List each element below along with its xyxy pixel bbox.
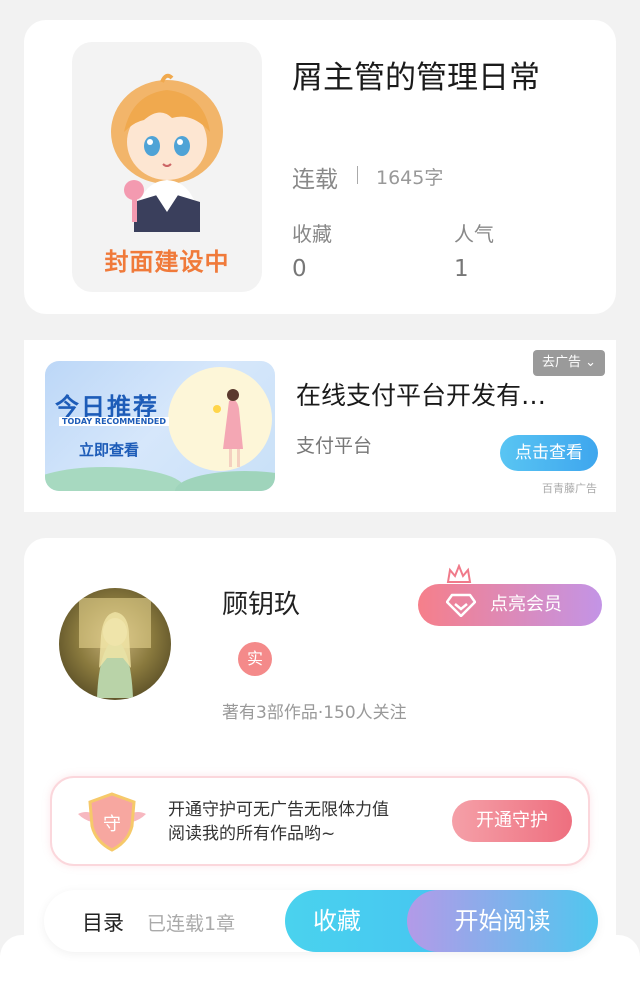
remove-ad-button[interactable]: 去广告 ⌄ xyxy=(533,350,605,376)
table-of-contents-button[interactable]: 目录 xyxy=(82,907,124,937)
ad-title[interactable]: 在线支付平台开发有… xyxy=(296,376,546,412)
favorite-label: 收藏 xyxy=(313,907,361,935)
guardian-shield-icon: 守 xyxy=(78,792,146,852)
author-name[interactable]: 顾钥玖 xyxy=(222,584,300,621)
ad-view-button[interactable]: 点击查看 xyxy=(500,435,598,471)
author-meta: 著有3部作品·150人关注 xyxy=(222,703,407,723)
ad-card[interactable]: 今日推荐 TODAY RECOMMENDED 立即查看 在线支付平台开发有… 支… xyxy=(24,340,616,512)
diamond-icon xyxy=(446,593,476,617)
vip-membership-button[interactable]: 点亮会员 xyxy=(418,584,602,626)
bottom-action-bar: 目录 已连载1章 收藏 开始阅读 xyxy=(44,890,598,952)
book-title: 屑主管的管理日常 xyxy=(292,60,540,96)
status-divider xyxy=(357,166,358,184)
ad-banner-art xyxy=(45,367,275,491)
ad-source-label: 百青藤广告 xyxy=(542,482,597,495)
verified-badge: 实 xyxy=(238,642,272,676)
guardian-promo: 守 开通守护可无广告无限体力值 阅读我的所有作品哟~ 开通守护 xyxy=(50,776,590,866)
avatar-illustration xyxy=(79,598,151,698)
crown-icon xyxy=(446,564,472,583)
serial-status: 连载 xyxy=(292,167,338,193)
chapter-count[interactable]: 已连载1章 xyxy=(147,909,235,936)
ad-banner-cta: 立即查看 xyxy=(79,441,140,459)
ad-banner-image[interactable]: 今日推荐 TODAY RECOMMENDED 立即查看 xyxy=(45,361,275,491)
open-guardian-button[interactable]: 开通守护 xyxy=(452,800,572,842)
start-reading-button[interactable]: 开始阅读 xyxy=(407,890,598,952)
guardian-line-2: 阅读我的所有作品哟~ xyxy=(168,824,336,844)
popularity-label: 人气 xyxy=(454,222,494,246)
cover-placeholder-text: 封面建设中 xyxy=(104,248,230,276)
cover-illustration xyxy=(111,73,223,232)
favorites-count: 0 xyxy=(292,256,307,282)
guardian-description: 开通守护可无广告无限体力值 阅读我的所有作品哟~ xyxy=(168,798,389,846)
guardian-line-1: 开通守护可无广告无限体力值 xyxy=(168,800,389,820)
book-info-card: 封面建设中 屑主管的管理日常 连载 1645字 收藏 0 人气 1 xyxy=(24,20,616,314)
guardian-badge-text: 守 xyxy=(103,814,121,835)
ad-banner-subtitle: TODAY RECOMMENDED xyxy=(59,417,170,426)
popularity-count: 1 xyxy=(454,256,469,282)
ad-subtitle: 支付平台 xyxy=(296,435,373,457)
word-count: 1645字 xyxy=(376,167,444,189)
author-avatar[interactable] xyxy=(59,588,171,700)
favorites-label: 收藏 xyxy=(292,222,332,246)
book-cover[interactable]: 封面建设中 xyxy=(72,42,262,292)
vip-button-label: 点亮会员 xyxy=(490,594,562,615)
